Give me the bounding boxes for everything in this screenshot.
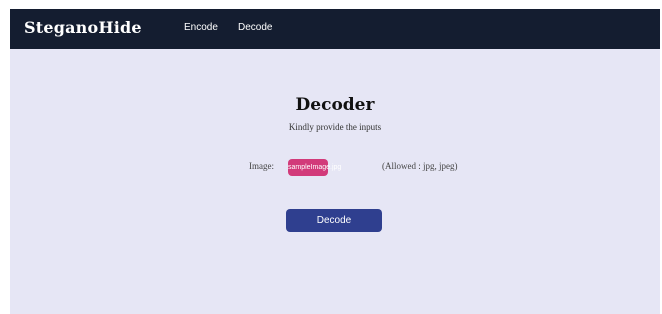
nav-link-decode[interactable]: Decode <box>238 22 272 33</box>
image-file-input[interactable]: sampleImage.jpg <box>288 159 341 176</box>
page-subtitle: Kindly provide the inputs <box>288 122 382 132</box>
allowed-formats-hint: (Allowed : jpg, jpeg) <box>382 161 458 171</box>
decode-button[interactable]: Decode <box>286 209 382 232</box>
nav-link-encode[interactable]: Encode <box>184 22 218 33</box>
brand-logo[interactable]: SteganoHide <box>24 18 142 37</box>
navbar: SteganoHide Encode Decode <box>10 9 660 49</box>
image-label: Image: <box>249 161 274 171</box>
app-window: SteganoHide Encode Decode Decoder Kindly… <box>10 9 660 314</box>
page-title: Decoder <box>295 95 375 115</box>
